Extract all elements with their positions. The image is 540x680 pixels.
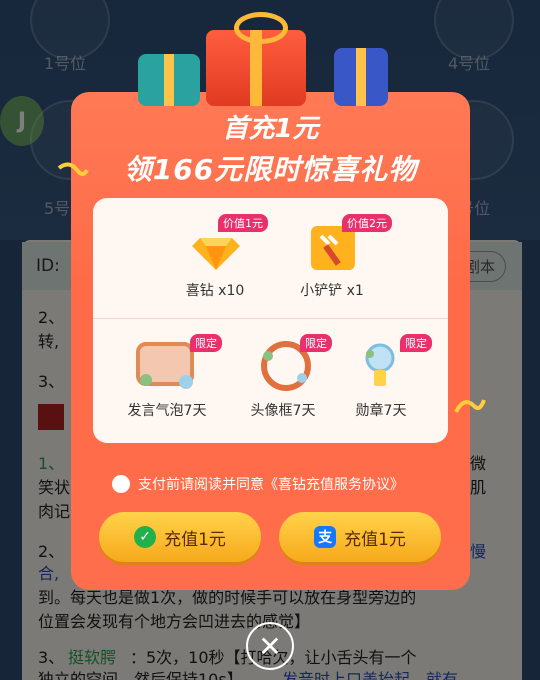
gift-icon — [334, 48, 388, 106]
limited-tag: 限定 — [190, 334, 222, 352]
agreement-row[interactable]: 支付前请阅读并同意《喜钻充值服务协议》 — [112, 474, 404, 494]
modal-subtitle: 领166元限时惊喜礼物 — [123, 153, 418, 186]
reward-name: 小铲铲 x1 — [300, 283, 364, 299]
reward-name: 头像框7天 — [250, 403, 316, 419]
value-tag: 价值1元 — [218, 214, 268, 232]
alipay-button[interactable]: 支 充值1元 — [279, 512, 441, 562]
gift-icon — [138, 54, 200, 106]
reward-name: 喜钻 x10 — [185, 283, 245, 299]
value-tag: 价值2元 — [342, 214, 392, 232]
agreement-radio[interactable] — [112, 475, 130, 493]
wechat-pay-button[interactable]: ✓ 充值1元 — [99, 512, 261, 562]
gift-icon — [206, 12, 306, 106]
confetti-icon — [454, 399, 486, 413]
limited-tag: 限定 — [400, 334, 432, 352]
divider — [93, 318, 448, 319]
gift-boxes-illustration — [134, 8, 388, 108]
close-icon[interactable]: ✕ — [246, 622, 294, 670]
reward-name: 发言气泡7天 — [127, 403, 207, 419]
pay-button-label: 充值1元 — [344, 529, 406, 550]
wechat-pay-icon: ✓ — [134, 526, 157, 548]
reward-name: 勋章7天 — [355, 403, 407, 419]
agreement-text[interactable]: 支付前请阅读并同意《喜钻充值服务协议》 — [138, 474, 404, 494]
modal-title: 首充1元 — [222, 114, 319, 144]
pay-button-label: 充值1元 — [164, 529, 226, 550]
alipay-icon: 支 — [314, 526, 337, 548]
